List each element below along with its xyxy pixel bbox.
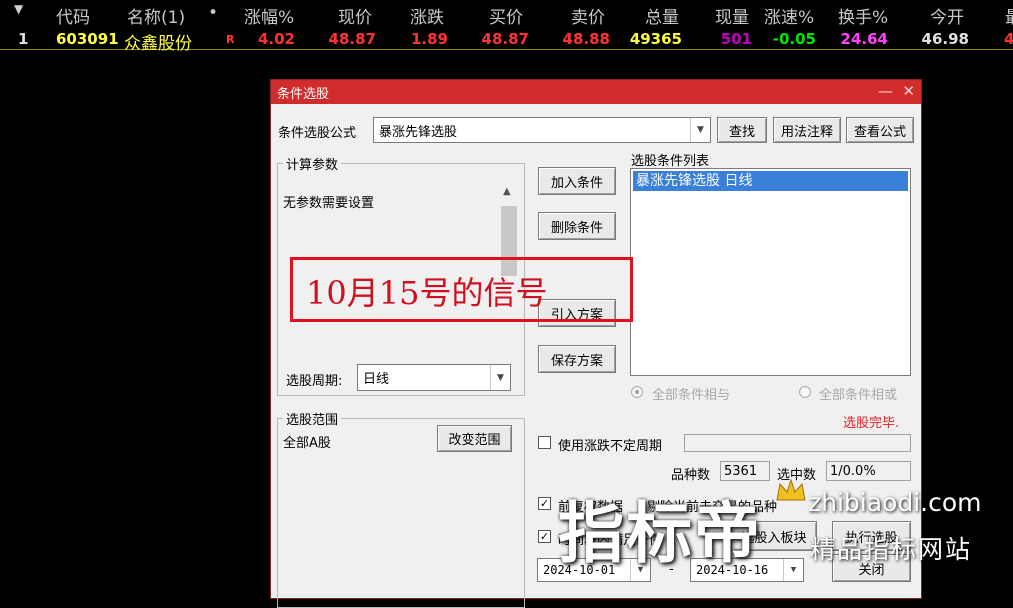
find-button[interactable]: 查找 — [717, 117, 767, 143]
crown-icon — [774, 478, 808, 508]
uncertain-period-label[interactable]: 使用涨跌不定周期 — [558, 435, 662, 454]
col-cur-vol[interactable]: 现量 — [715, 3, 749, 28]
time-range-checkbox[interactable]: ✓ — [538, 530, 551, 543]
stock-name: 众鑫股份 — [124, 34, 192, 54]
status-text: 选股完毕. — [843, 416, 900, 431]
table-row[interactable]: 1 603091 众鑫股份 R 4.02 48.87 1.89 48.87 48… — [0, 28, 1013, 54]
prior-adjust-checkbox[interactable]: ✓ — [538, 497, 551, 510]
volume-value: 49365 — [629, 30, 682, 48]
dialog-title: 条件选股 — [277, 86, 330, 102]
usage-button[interactable]: 用法注释 — [773, 117, 841, 143]
params-group-title: 计算参数 — [283, 154, 342, 173]
uncertain-period-checkbox[interactable] — [538, 436, 551, 449]
conditions-list-title: 选股条件列表 — [631, 154, 710, 169]
margin-flag-badge: R — [226, 33, 235, 46]
period-label: 选股周期: — [286, 374, 343, 389]
col-price[interactable]: 现价 — [338, 3, 372, 28]
col-dot: • — [208, 3, 219, 23]
turnover-value: 24.64 — [840, 30, 888, 48]
logic-or-label[interactable]: 全部条件相或 — [819, 384, 897, 403]
watermark-subtitle: 精品指标网站 — [810, 535, 973, 564]
formula-select[interactable]: 暴涨先锋选股 ▼ — [373, 117, 711, 143]
minimize-icon[interactable]: — — [878, 82, 893, 100]
delete-condition-button[interactable]: 删除条件 — [538, 212, 616, 240]
selected-value: 1/0.0% — [826, 461, 911, 481]
col-name[interactable]: 名称(1) — [127, 3, 185, 28]
row-index: 1 — [18, 30, 29, 48]
triangle-down-icon[interactable]: ▼ — [14, 2, 23, 16]
view-formula-button[interactable]: 查看公式 — [846, 117, 914, 143]
save-plan-button[interactable]: 保存方案 — [538, 345, 616, 373]
watermark-url: zhibiaodi.com — [808, 488, 982, 517]
period-select[interactable]: 日线 ▼ — [357, 364, 511, 391]
chevron-down-icon[interactable]: ▼ — [783, 559, 803, 581]
scroll-up-icon[interactable]: ▲ — [503, 186, 511, 197]
uncertain-period-field[interactable] — [684, 434, 911, 452]
cur-vol-value: 501 — [720, 30, 752, 48]
count-value: 5361 — [720, 461, 770, 481]
params-text: 无参数需要设置 — [283, 196, 375, 211]
formula-select-value: 暴涨先锋选股 — [379, 124, 458, 140]
change-value: 1.89 — [410, 30, 448, 48]
col-bid[interactable]: 买价 — [489, 3, 523, 28]
price-value: 48.87 — [328, 30, 376, 48]
chevron-down-icon[interactable]: ▼ — [690, 118, 710, 142]
list-item[interactable]: 暴涨先锋选股 日线 — [633, 171, 908, 191]
quote-table-header: ▼ 代码 名称(1) • 涨幅% 现价 涨跌 买价 卖价 总量 现量 涨速% 换… — [0, 0, 1013, 28]
stock-code: 603091 — [56, 30, 119, 48]
col-volume[interactable]: 总量 — [645, 3, 679, 28]
chevron-down-icon[interactable]: ▼ — [490, 365, 510, 390]
change-range-button[interactable]: 改变范围 — [437, 425, 512, 452]
formula-label: 条件选股公式 — [278, 126, 357, 141]
col-open[interactable]: 今开 — [930, 3, 964, 28]
logic-or-radio[interactable] — [799, 386, 811, 398]
col-change-pct[interactable]: 涨幅% — [244, 3, 294, 28]
range-group-title: 选股范围 — [283, 409, 342, 428]
speed-value: -0.05 — [772, 30, 816, 48]
truncated-value: 4 — [1004, 30, 1013, 48]
logic-and-label[interactable]: 全部条件相与 — [652, 384, 730, 403]
logic-and-radio[interactable] — [631, 386, 643, 398]
col-code[interactable]: 代码 — [56, 3, 90, 28]
annotation-text: 10月15号的信号 — [306, 274, 548, 312]
range-value: 全部A股 — [283, 436, 331, 451]
ask-value: 48.88 — [562, 30, 610, 48]
bid-value: 48.87 — [481, 30, 529, 48]
watermark-logo: 指标帝 — [558, 495, 762, 572]
change-pct-value: 4.02 — [257, 30, 295, 48]
add-condition-button[interactable]: 加入条件 — [538, 167, 616, 195]
dialog-titlebar[interactable]: 条件选股 — ✕ — [271, 80, 921, 104]
open-value: 46.98 — [921, 30, 969, 48]
col-ask[interactable]: 卖价 — [571, 3, 605, 28]
conditions-list[interactable]: 暴涨先锋选股 日线 — [630, 168, 911, 376]
close-icon[interactable]: ✕ — [902, 82, 915, 100]
period-select-value: 日线 — [363, 372, 390, 387]
col-turnover[interactable]: 换手% — [838, 3, 888, 28]
col-speed[interactable]: 涨速% — [764, 3, 814, 28]
col-truncated[interactable]: 最 — [1005, 3, 1013, 28]
col-change[interactable]: 涨跌 — [410, 3, 444, 28]
